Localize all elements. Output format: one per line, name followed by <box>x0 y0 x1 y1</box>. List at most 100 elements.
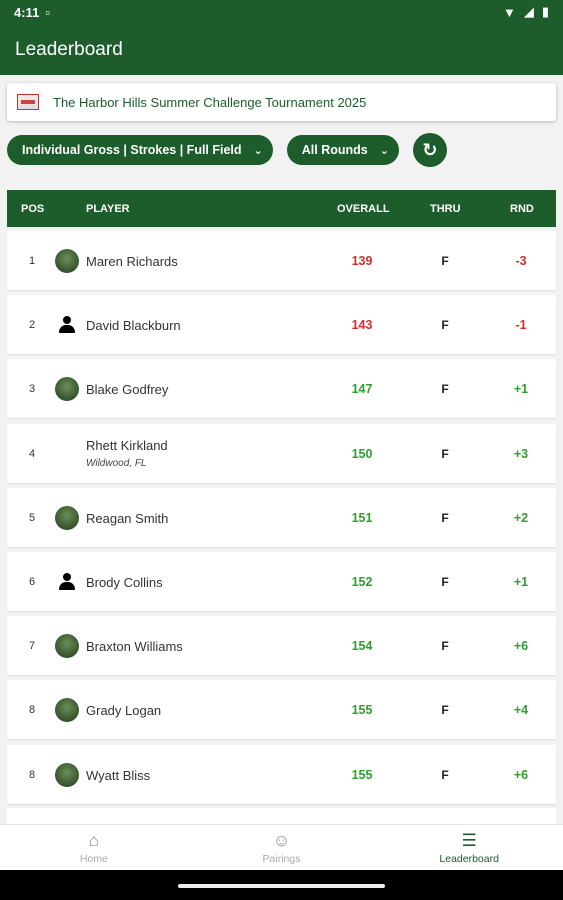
header-pos: POS <box>21 203 45 215</box>
table-row[interactable]: 2 David Blackburn 143 F -1 <box>7 295 556 355</box>
page-title: Leaderboard <box>15 38 123 60</box>
row-position: 7 <box>29 640 36 653</box>
person-icon-head <box>63 572 71 581</box>
overall-score: 155 <box>351 703 373 718</box>
battery-icon: ▮ <box>541 4 549 19</box>
thru-status: F <box>441 574 449 589</box>
status-time: 4:11 <box>14 4 40 20</box>
nav-pairings[interactable]: ☺ Pairings <box>188 825 376 870</box>
avatar <box>55 698 79 723</box>
overall-score: 154 <box>351 639 373 654</box>
thru-status: F <box>441 382 449 397</box>
round-score: +1 <box>513 382 529 397</box>
overall-score: 152 <box>351 574 373 589</box>
round-score: +6 <box>513 639 529 654</box>
player-name: Maren Richards <box>86 254 178 269</box>
avatar <box>55 249 79 273</box>
row-position: 1 <box>29 255 36 267</box>
people-icon: ☺ <box>272 830 291 850</box>
refresh-icon: ↻ <box>422 139 438 160</box>
rounds-filter-label: All Rounds <box>301 143 368 157</box>
scoring-filter-dropdown[interactable]: Individual Gross | Strokes | Full Field … <box>7 135 273 165</box>
table-row[interactable]: 8 Wyatt Bliss 155 F +6 <box>7 744 556 804</box>
chevron-down-icon: ⌄ <box>253 144 263 157</box>
nav-home[interactable]: ⌂ Home <box>0 825 188 870</box>
status-bar: 4:11 ▫ ▼ ◢ ▮ <box>0 0 563 24</box>
player-name: Grady Logan <box>86 703 162 719</box>
tournament-logo <box>17 94 39 110</box>
player-name: Blake Godfrey <box>86 382 169 398</box>
overall-score: 151 <box>351 510 373 525</box>
thru-status: F <box>441 703 449 718</box>
row-position: 4 <box>29 447 36 460</box>
chevron-down-icon: ⌄ <box>379 144 389 157</box>
thru-status: F <box>441 510 449 525</box>
player-name: Rhett Kirkland <box>86 437 168 453</box>
header-overall: OVERALL <box>337 203 390 215</box>
round-score: -3 <box>515 254 527 268</box>
thru-status: F <box>441 318 449 333</box>
table-row-partial <box>7 808 556 824</box>
thru-status: F <box>441 767 449 782</box>
nav-home-label: Home <box>79 852 108 865</box>
table-row[interactable]: 4 Rhett Kirkland Wildwood, FL 150 F +3 <box>7 423 556 483</box>
thru-status: F <box>441 639 449 654</box>
leaderboard-header: POS PLAYER OVERALL THRU RND <box>7 190 556 227</box>
home-gesture-handle[interactable] <box>178 884 385 888</box>
nav-pairings-label: Pairings <box>262 852 301 865</box>
person-icon <box>55 570 79 594</box>
table-row[interactable]: 5 Reagan Smith 151 F +2 <box>7 487 556 547</box>
row-position: 6 <box>29 575 36 588</box>
filter-bar: Individual Gross | Strokes | Full Field … <box>7 133 447 167</box>
status-icons: ▼ ◢ ▮ <box>503 4 549 20</box>
app-bar: Leaderboard <box>0 24 563 75</box>
row-position: 2 <box>29 319 36 332</box>
home-icon: ⌂ <box>88 830 99 850</box>
header-rnd: RND <box>510 203 534 215</box>
player-name: Wyatt Bliss <box>86 767 151 783</box>
avatar <box>55 377 79 402</box>
row-position: 3 <box>29 383 36 396</box>
screenshot-notification-icon: ▫ <box>45 4 50 20</box>
player-name: Reagan Smith <box>86 510 169 526</box>
person-icon-head <box>63 316 71 325</box>
signal-icon: ◢ <box>523 4 534 19</box>
header-thru: THRU <box>430 203 461 215</box>
overall-score: 139 <box>351 254 373 268</box>
player-name: Braxton Williams <box>86 639 183 655</box>
row-position: 8 <box>29 768 36 781</box>
row-position: 8 <box>29 704 36 717</box>
person-icon-body <box>59 325 75 334</box>
leaderboard-list: 1 Maren Richards 139 F -3 2 David Blackburn 1 4 3… <box>7 231 556 809</box>
scoring-filter-label: Individual Gross | Strokes | Full Field <box>22 143 242 157</box>
round-score: +2 <box>513 510 529 525</box>
avatar <box>55 762 79 787</box>
wifi-icon: ▼ <box>502 4 516 20</box>
overall-score: 150 <box>351 446 373 461</box>
system-navigation-bar <box>0 870 563 900</box>
header-player: PLAYER <box>86 203 130 215</box>
table-row[interactable]: 7 Braxton Williams 154 F +6 <box>7 616 556 676</box>
person-icon <box>55 313 79 337</box>
avatar <box>55 505 79 530</box>
bottom-navigation: ⌂ Home ☺ Pairings ☰ Leaderboard <box>0 824 563 870</box>
table-row[interactable]: 6 Brody Collins 152 F +1 <box>7 551 556 611</box>
rounds-filter-dropdown[interactable]: All Rounds ⌄ <box>286 135 399 165</box>
player-name: David Blackburn <box>86 318 181 334</box>
table-row[interactable]: 1 Maren Richards 139 F -3 <box>7 231 556 290</box>
round-score: +1 <box>513 574 529 589</box>
player-name: Brody Collins <box>86 574 163 590</box>
person-icon-body <box>59 581 75 590</box>
tournament-selector[interactable]: The Harbor Hills Summer Challenge Tourna… <box>7 83 556 121</box>
nav-leaderboard[interactable]: ☰ Leaderboard <box>375 825 563 870</box>
table-row[interactable]: 3 Blake Godfrey 147 F +1 <box>7 359 556 419</box>
list-icon: ☰ <box>461 830 477 850</box>
round-score: +6 <box>513 767 529 782</box>
table-row[interactable]: 8 Grady Logan 155 F +4 <box>7 680 556 740</box>
round-score: +4 <box>513 703 529 718</box>
round-score: +3 <box>513 446 529 461</box>
thru-status: F <box>441 254 449 268</box>
refresh-button[interactable]: ↻ <box>412 133 447 167</box>
round-score: -1 <box>515 318 527 333</box>
nav-leaderboard-label: Leaderboard <box>439 852 499 865</box>
